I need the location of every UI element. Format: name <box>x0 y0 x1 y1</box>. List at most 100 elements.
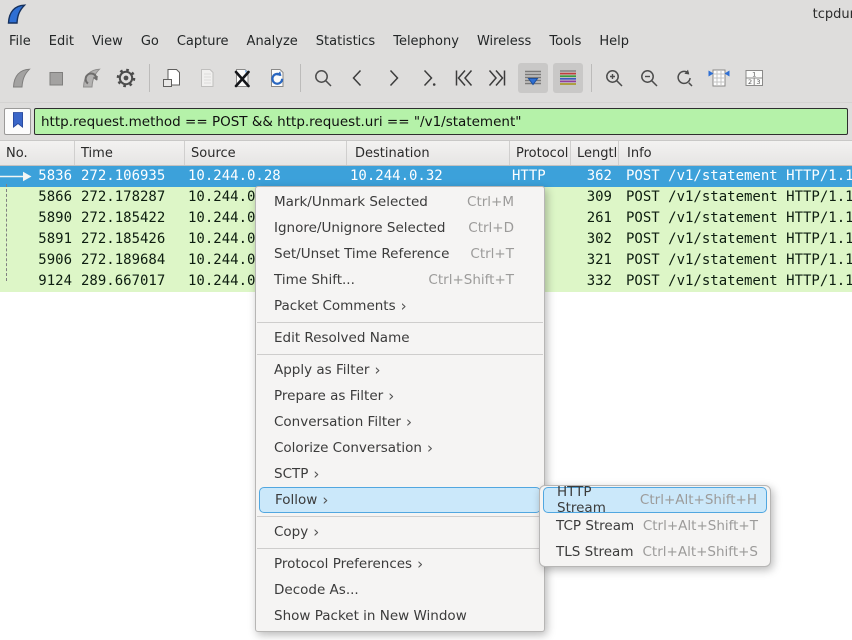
cell-no: 5906 <box>0 250 75 271</box>
submenu-item-http-stream[interactable]: HTTP StreamCtrl+Alt+Shift+H <box>543 487 767 513</box>
context-menu-item-decode-as[interactable]: Decode As... <box>256 577 544 603</box>
submenu-chevron-icon: › <box>369 361 385 379</box>
resize-columns-icon <box>707 66 731 90</box>
cell-source: 10.244.0.28 <box>185 166 347 187</box>
cell-protocol: HTTP <box>510 166 571 187</box>
cell-length: 261 <box>571 208 619 229</box>
menubar-item-telephony[interactable]: Telephony <box>384 30 468 53</box>
go-to-packet-icon <box>416 66 440 90</box>
context-menu-item-mark-unmark-selected[interactable]: Mark/Unmark SelectedCtrl+M <box>256 189 544 215</box>
main-toolbar: 123 <box>0 54 852 102</box>
zoom-in-button[interactable] <box>599 63 629 93</box>
file-save-icon <box>195 66 219 90</box>
go-first-icon <box>451 66 475 90</box>
context-menu-item-edit-resolved-name[interactable]: Edit Resolved Name <box>256 325 544 351</box>
menubar-item-wireless[interactable]: Wireless <box>468 30 540 53</box>
window-title: tcpdur <box>813 7 852 22</box>
context-menu-item-prepare-as-filter[interactable]: Prepare as Filter› <box>256 383 544 409</box>
cell-length: 321 <box>571 250 619 271</box>
cell-time: 272.189684 <box>75 250 185 271</box>
file-close-icon <box>230 66 254 90</box>
menubar-item-go[interactable]: Go <box>132 30 168 53</box>
column-header-protocol[interactable]: Protocol <box>510 141 571 165</box>
menu-separator <box>257 322 543 323</box>
go-back-icon <box>346 66 370 90</box>
context-menu-item-conversation-filter[interactable]: Conversation Filter› <box>256 409 544 435</box>
go-last-button[interactable] <box>483 63 513 93</box>
menubar-item-file[interactable]: File <box>0 30 40 53</box>
cell-info: POST /v1/statement HTTP/1.1 <box>619 250 852 271</box>
go-back-button[interactable] <box>343 63 373 93</box>
cell-time: 272.185422 <box>75 208 185 229</box>
find-packet-button[interactable] <box>308 63 338 93</box>
column-header-source[interactable]: Source <box>185 141 347 165</box>
context-menu-item-set-unset-time-reference[interactable]: Set/Unset Time ReferenceCtrl+T <box>256 241 544 267</box>
menubar-item-analyze[interactable]: Analyze <box>238 30 307 53</box>
menubar-item-tools[interactable]: Tools <box>540 30 590 53</box>
toolbar-separator <box>300 64 301 92</box>
menubar-item-view[interactable]: View <box>83 30 132 53</box>
submenu-item-tcp-stream[interactable]: TCP StreamCtrl+Alt+Shift+T <box>540 513 770 539</box>
display-filter-input[interactable] <box>34 108 848 135</box>
titlebar: tcpdur <box>0 0 852 28</box>
column-header-destination[interactable]: Destination <box>347 141 510 165</box>
context-menu-item-show-packet-in-new-window[interactable]: Show Packet in New Window <box>256 603 544 629</box>
context-menu-item-colorize-conversation[interactable]: Colorize Conversation› <box>256 435 544 461</box>
capture-stop-button[interactable] <box>41 63 71 93</box>
column-header-no[interactable]: No. <box>0 141 75 165</box>
capture-options-icon <box>114 66 138 90</box>
filter-bookmark-button[interactable] <box>4 108 31 135</box>
column-header-lengtl[interactable]: Lengtl <box>571 141 619 165</box>
follow-submenu: HTTP StreamCtrl+Alt+Shift+HTCP StreamCtr… <box>539 485 771 567</box>
colorize-button[interactable] <box>553 63 583 93</box>
capture-options-button[interactable] <box>111 63 141 93</box>
colorize-icon <box>556 66 580 90</box>
resize-columns-button[interactable] <box>704 63 734 93</box>
column-header-info[interactable]: Info <box>619 141 852 165</box>
cell-no: 9124 <box>0 271 75 292</box>
go-to-packet-button[interactable] <box>413 63 443 93</box>
wireshark-fin-icon <box>4 2 28 26</box>
file-reload-icon <box>265 66 289 90</box>
submenu-chevron-icon: › <box>308 523 324 541</box>
menu-separator <box>257 548 543 549</box>
file-reload-button[interactable] <box>262 63 292 93</box>
context-menu-item-packet-comments[interactable]: Packet Comments› <box>256 293 544 319</box>
capture-restart-button[interactable] <box>76 63 106 93</box>
context-menu-item-sctp[interactable]: SCTP› <box>256 461 544 487</box>
cell-no: 5891 <box>0 229 75 250</box>
auto-scroll-button[interactable] <box>518 63 548 93</box>
toolbar-separator <box>591 64 592 92</box>
menubar-item-statistics[interactable]: Statistics <box>307 30 384 53</box>
context-menu-item-ignore-unignore-selected[interactable]: Ignore/Unignore SelectedCtrl+D <box>256 215 544 241</box>
go-forward-button[interactable] <box>378 63 408 93</box>
shortcut-label: Ctrl+T <box>470 246 518 262</box>
menubar-item-help[interactable]: Help <box>590 30 638 53</box>
layout-button[interactable]: 123 <box>739 63 769 93</box>
file-save-button[interactable] <box>192 63 222 93</box>
context-menu-item-protocol-preferences[interactable]: Protocol Preferences› <box>256 551 544 577</box>
file-open-button[interactable] <box>157 63 187 93</box>
menubar-item-edit[interactable]: Edit <box>40 30 83 53</box>
shortcut-label: Ctrl+Alt+Shift+S <box>643 544 759 560</box>
context-menu-item-copy[interactable]: Copy› <box>256 519 544 545</box>
submenu-item-tls-stream[interactable]: TLS StreamCtrl+Alt+Shift+S <box>540 539 770 565</box>
cell-length: 309 <box>571 187 619 208</box>
go-first-button[interactable] <box>448 63 478 93</box>
packet-list-header: No.TimeSourceDestinationProtocolLengtlIn… <box>0 140 852 166</box>
column-header-time[interactable]: Time <box>75 141 185 165</box>
context-menu-item-apply-as-filter[interactable]: Apply as Filter› <box>256 357 544 383</box>
context-menu-item-time-shift[interactable]: Time Shift...Ctrl+Shift+T <box>256 267 544 293</box>
context-menu-item-follow[interactable]: Follow› <box>259 487 541 513</box>
file-open-icon <box>160 66 184 90</box>
zoom-out-button[interactable] <box>634 63 664 93</box>
menubar-item-capture[interactable]: Capture <box>168 30 238 53</box>
capture-start-button[interactable] <box>6 63 36 93</box>
file-close-button[interactable] <box>227 63 257 93</box>
packet-row-5836[interactable]: 5836272.10693510.244.0.2810.244.0.32HTTP… <box>0 166 852 187</box>
cell-info: POST /v1/statement HTTP/1.1 <box>619 208 852 229</box>
cell-info: POST /v1/statement HTTP/1.1 <box>619 166 852 187</box>
cell-destination: 10.244.0.32 <box>347 166 510 187</box>
capture-restart-icon <box>79 66 103 90</box>
zoom-reset-button[interactable] <box>669 63 699 93</box>
